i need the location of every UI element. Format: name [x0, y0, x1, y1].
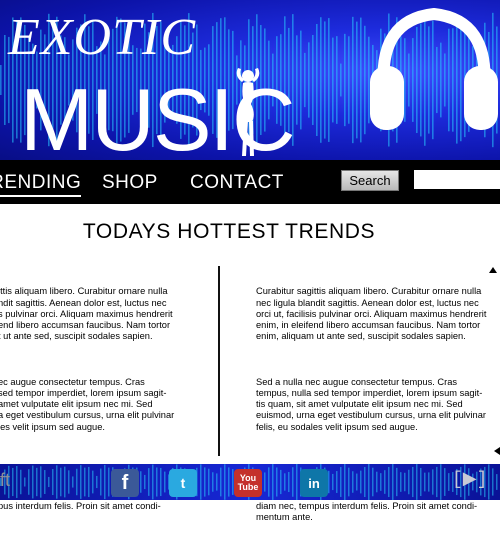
column-divider	[218, 266, 220, 456]
footer-left-text: ft	[0, 470, 11, 490]
page-title: TODAYS HOTTEST TRENDS	[82, 220, 376, 243]
article-paragraph: ittis aliquam libero. Curabitur ornare n…	[0, 286, 173, 342]
article-paragraph: ec augue consectetur tempus. Cras sed te…	[0, 376, 175, 432]
logo-exotic-text: EXOTIC	[8, 9, 196, 66]
facebook-glyph: f	[121, 471, 129, 494]
youtube-icon[interactable]: You Tube	[234, 469, 262, 497]
nav-item-trending[interactable]: TRENDING	[0, 172, 82, 197]
linkedin-glyph: in	[308, 475, 320, 491]
header-banner: EXOTIC MUSIC	[0, 0, 500, 160]
article-paragraph: Sed a nulla nec augue consectetur tempus…	[256, 376, 486, 432]
nav-item-shop[interactable]: SHOP	[102, 172, 158, 194]
twitter-glyph: t	[180, 475, 186, 491]
footer-right-logo: [▶]	[452, 470, 488, 490]
nav-item-contact[interactable]: CONTACT	[190, 172, 284, 194]
linkedin-icon[interactable]: in	[300, 469, 328, 497]
twitter-icon[interactable]: t	[169, 469, 197, 497]
article-column-right: Curabitur sagittis aliquam libero. Curab…	[256, 264, 500, 546]
facebook-icon[interactable]: f	[111, 469, 139, 497]
scroll-left-arrow-icon[interactable]	[494, 447, 500, 455]
search-input[interactable]	[414, 170, 500, 189]
headphones-icon	[370, 7, 498, 130]
youtube-glyph-bottom: Tube	[237, 482, 259, 492]
article-paragraph: Curabitur sagittis aliquam libero. Curab…	[256, 286, 487, 342]
dancer-silhouette-icon	[236, 68, 260, 156]
search-button[interactable]: Search	[341, 170, 399, 191]
scroll-up-arrow-icon[interactable]	[489, 267, 497, 273]
